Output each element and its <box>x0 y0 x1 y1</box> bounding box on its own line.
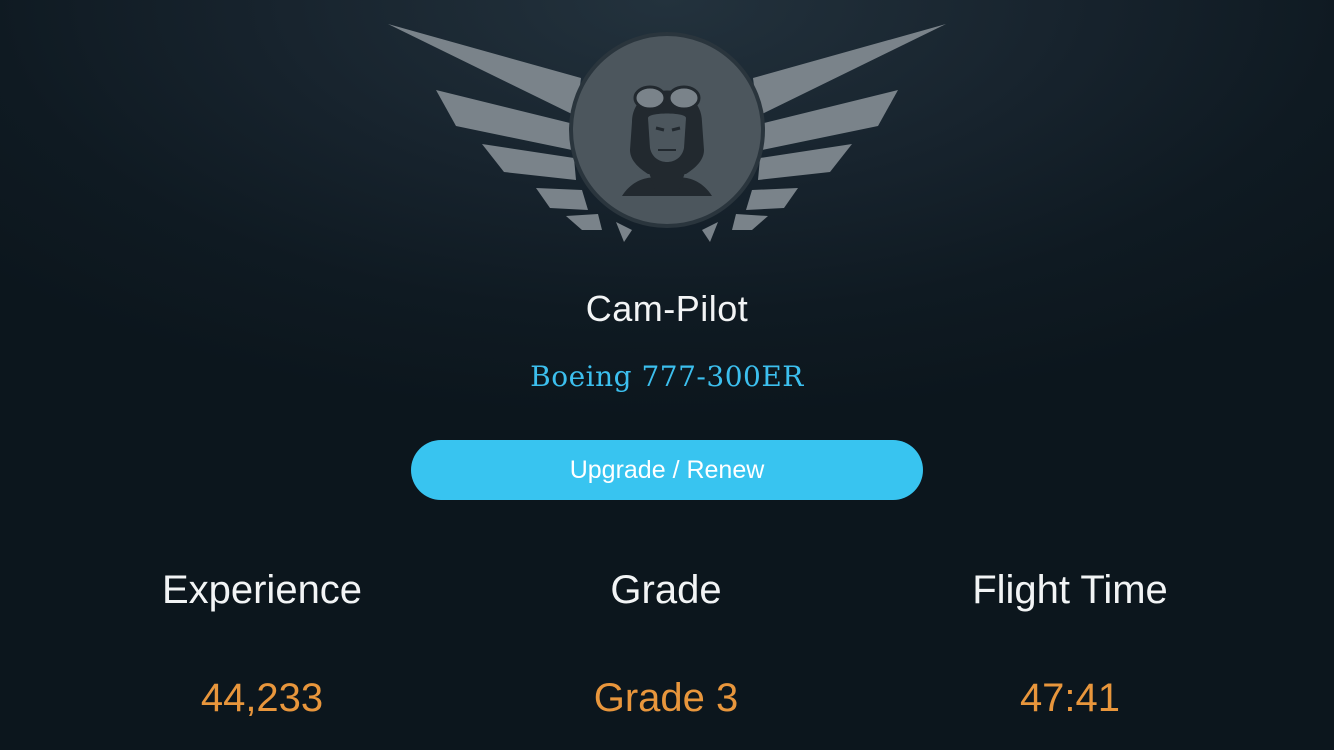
stat-value: Grade 3 <box>593 676 739 720</box>
stat-label: Flight Time <box>972 568 1168 612</box>
pilot-wings-badge-icon <box>386 20 948 245</box>
stat-label: Experience <box>161 568 363 612</box>
upgrade-renew-button[interactable]: Upgrade / Renew <box>411 440 923 500</box>
stat-value: 47:41 <box>1019 676 1121 720</box>
pilot-name: Cam-Pilot <box>585 288 749 329</box>
stat-experience: Experience 44,233 <box>52 560 472 728</box>
stat-grade: Grade Grade 3 <box>456 560 876 728</box>
stat-flight-time: Flight Time 47:41 <box>860 560 1280 728</box>
stat-label: Grade <box>610 568 722 612</box>
aircraft-name: Boeing 777-300ER <box>530 360 804 393</box>
stat-value: 44,233 <box>200 676 324 720</box>
